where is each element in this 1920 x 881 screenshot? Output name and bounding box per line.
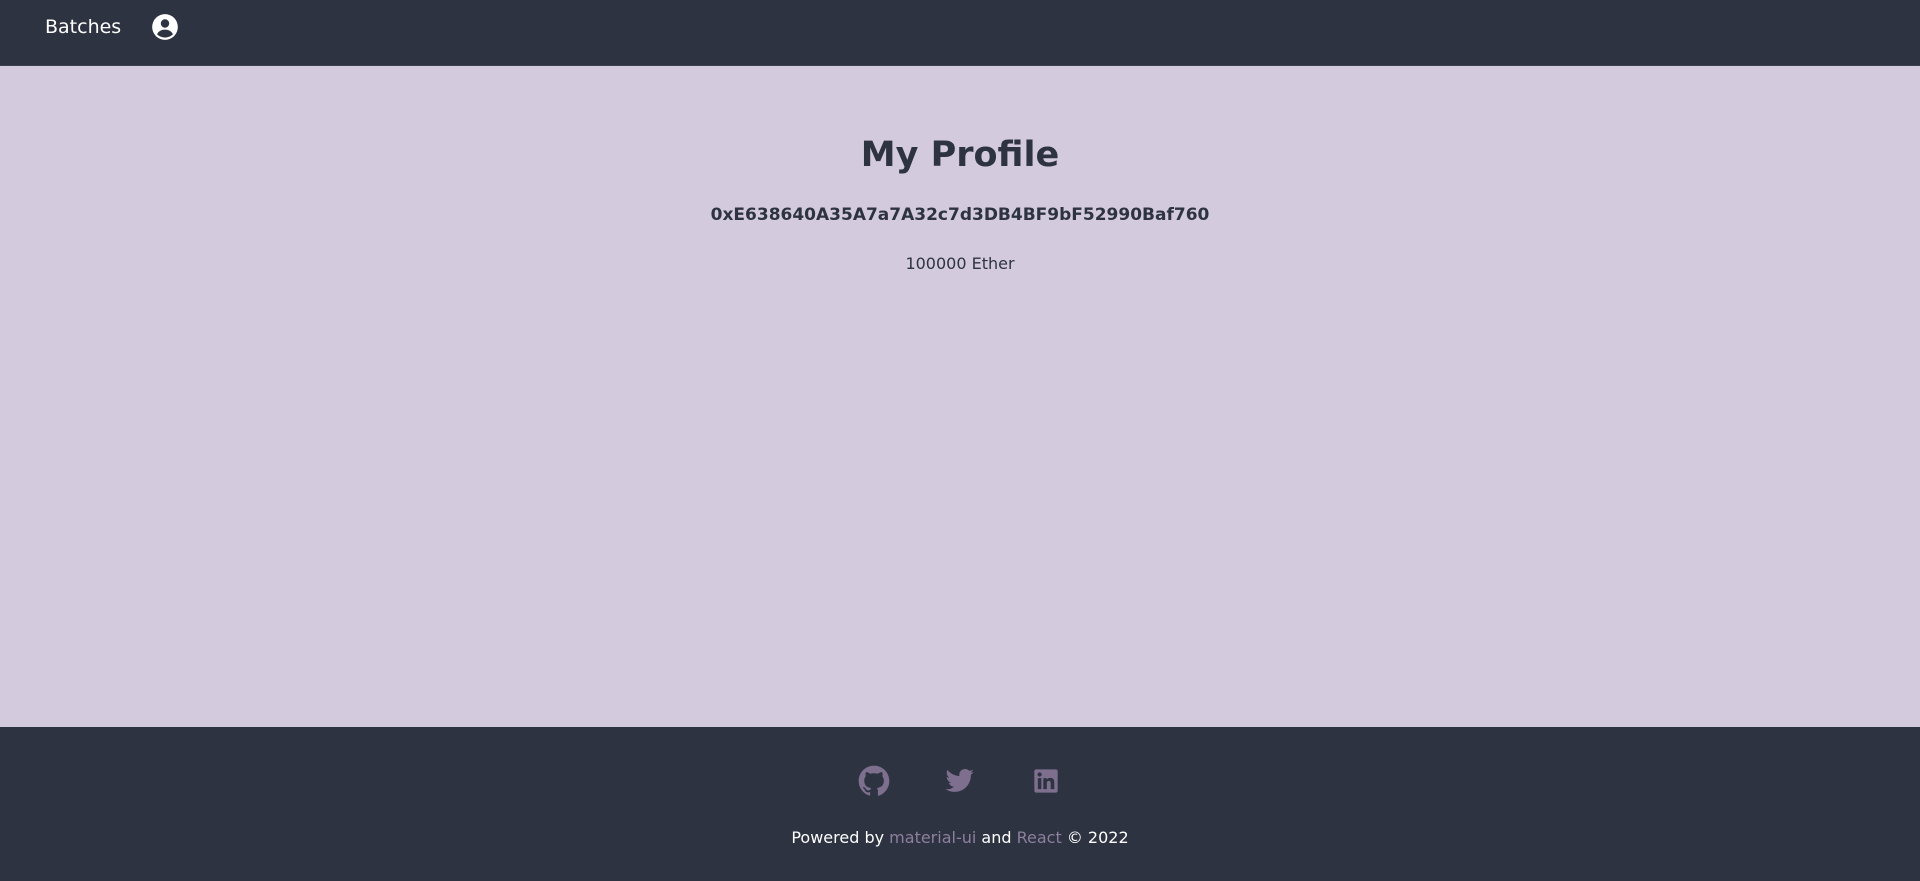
social-links <box>0 765 1920 797</box>
powered-by-text: Powered by material-ui and React © 2022 <box>0 828 1920 847</box>
nav-batches-link[interactable]: Batches <box>45 16 121 38</box>
wallet-balance: 100000 Ether <box>905 254 1015 273</box>
github-icon[interactable] <box>858 765 890 797</box>
account-circle-icon[interactable] <box>151 13 179 41</box>
powered-prefix: Powered by <box>791 828 885 847</box>
footer: Powered by material-ui and React © 2022 <box>0 727 1920 881</box>
profile-main: My Profile 0xE638640A35A7a7A32c7d3DB4BF9… <box>0 67 1920 727</box>
material-ui-link[interactable]: material-ui <box>889 828 976 847</box>
top-navbar: Batches <box>0 0 1920 66</box>
twitter-icon[interactable] <box>944 765 976 797</box>
copyright-text: © 2022 <box>1066 828 1129 847</box>
powered-middle: and <box>981 828 1012 847</box>
linkedin-icon[interactable] <box>1030 765 1062 797</box>
wallet-address: 0xE638640A35A7a7A32c7d3DB4BF9bF52990Baf7… <box>710 205 1210 225</box>
page-title: My Profile <box>860 135 1060 175</box>
react-link[interactable]: React <box>1017 828 1062 847</box>
